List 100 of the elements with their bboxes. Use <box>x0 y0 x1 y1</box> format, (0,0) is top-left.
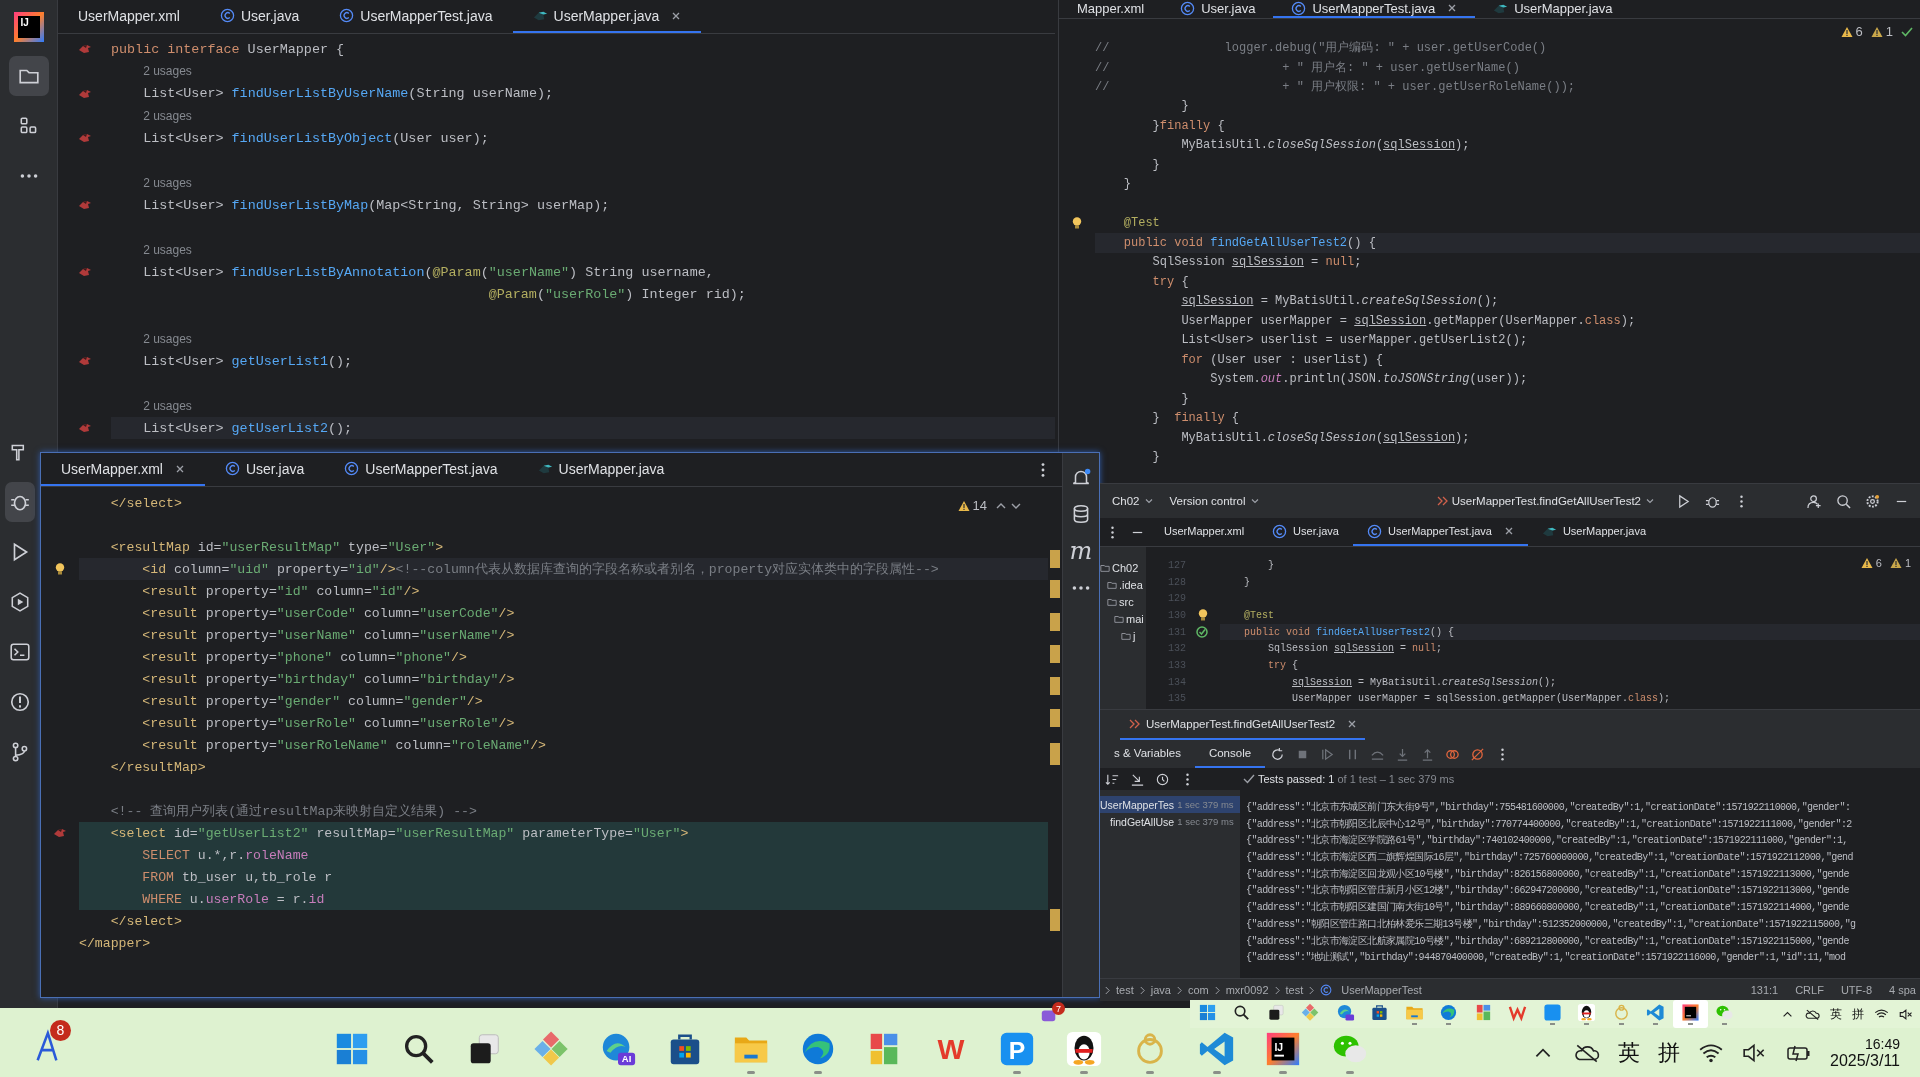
rerun-icon[interactable] <box>1270 746 1286 762</box>
services-icon[interactable] <box>9 591 31 613</box>
problems-icon[interactable] <box>9 691 31 713</box>
usage-hint[interactable]: 2 usages <box>143 332 192 346</box>
close-icon[interactable] <box>1347 719 1358 729</box>
check-icon[interactable] <box>1901 25 1913 38</box>
warning-icon[interactable] <box>1840 25 1853 38</box>
browser-icon[interactable] <box>1439 1003 1459 1022</box>
editor-tab[interactable]: UserMapper.xml <box>58 0 200 33</box>
editor-tab[interactable]: User.java <box>1258 518 1353 546</box>
breadcrumb[interactable]: com <box>1187 984 1209 996</box>
editor-tab[interactable]: User.java <box>199 0 320 33</box>
chevron-down-icon[interactable] <box>1249 496 1260 506</box>
editor-tab[interactable]: UserMapper.java <box>1475 0 1631 18</box>
warning-icon[interactable] <box>1860 557 1873 569</box>
status-item[interactable]: 4 spa <box>1889 984 1916 996</box>
lightbulb-icon[interactable] <box>1196 608 1210 623</box>
warning-icon[interactable] <box>1870 25 1883 38</box>
add-user-icon[interactable] <box>1807 493 1822 509</box>
warning-count[interactable]: 6 <box>1855 24 1863 39</box>
breadcrumb[interactable]: test <box>1116 984 1134 996</box>
warning-count[interactable]: 6 <box>1875 557 1882 569</box>
breadcrumb[interactable]: UserMapperTest <box>1341 984 1422 996</box>
usage-hint[interactable]: 2 usages <box>143 242 192 257</box>
search-icon[interactable] <box>1836 493 1851 509</box>
lightbulb-icon[interactable] <box>53 562 67 576</box>
app-icon[interactable] <box>1542 1003 1562 1022</box>
chevron-down-icon[interactable] <box>1645 496 1655 506</box>
maven-button[interactable]: m <box>1069 539 1093 563</box>
breadcrumb[interactable]: test <box>1285 984 1304 996</box>
editor-tab[interactable]: UserMapper.java <box>1527 518 1661 546</box>
status-item[interactable]: 131:1 <box>1750 984 1779 996</box>
usage-hint[interactable]: 2 usages <box>143 175 192 190</box>
close-icon[interactable] <box>1503 526 1514 536</box>
editor-tab[interactable]: UserMapper.java <box>517 453 685 486</box>
run-config-selector[interactable]: UserMapperTest.findGetAllUserTest2 <box>1451 495 1641 507</box>
status-item[interactable]: UTF-8 <box>1840 984 1873 996</box>
breadcrumb[interactable]: mxr0092 <box>1225 984 1269 996</box>
browser-icon[interactable] <box>1335 1003 1355 1022</box>
app-icon[interactable] <box>1301 1003 1321 1022</box>
code-editor-icon[interactable] <box>1646 1003 1666 1022</box>
warning-count[interactable]: 14 <box>972 498 987 513</box>
breadcrumb[interactable]: java <box>1150 984 1171 996</box>
warning-count[interactable]: 1 <box>1904 557 1911 569</box>
speaker-muted-icon[interactable] <box>1899 1007 1914 1021</box>
panel-tab[interactable]: s & Variables <box>1100 740 1195 768</box>
tree-item[interactable]: Ch02 <box>1112 561 1139 574</box>
close-icon[interactable] <box>671 10 682 21</box>
lightbulb-icon[interactable] <box>1070 216 1084 231</box>
start-icon[interactable] <box>1197 1003 1217 1022</box>
editor-tab[interactable]: Mapper.xml <box>1059 0 1163 18</box>
test-item[interactable]: UserMapperTes 1 sec 379 ms <box>1100 796 1240 813</box>
tree-item[interactable]: mai <box>1126 612 1144 625</box>
mute-breakpoints-icon[interactable] <box>1470 746 1486 762</box>
editor-tab[interactable]: User.java <box>1162 0 1274 18</box>
input-mode[interactable]: 拼 <box>1658 1037 1680 1068</box>
chevron-down-icon[interactable] <box>1143 496 1154 506</box>
penguin-icon[interactable] <box>1064 1029 1103 1068</box>
app-icon[interactable]: W <box>931 1029 970 1068</box>
search-icon[interactable] <box>1232 1003 1252 1022</box>
close-icon[interactable] <box>174 463 185 474</box>
run-icon[interactable] <box>1676 493 1691 509</box>
usage-hint[interactable]: 2 usages <box>143 64 192 79</box>
cloud-off-icon[interactable] <box>1805 1007 1820 1021</box>
input-language[interactable]: 英 <box>1830 1005 1842 1023</box>
editor-tab[interactable]: User.java <box>204 453 325 486</box>
editor-tab[interactable]: UserMapper.java <box>512 0 702 33</box>
check-icon[interactable] <box>1196 625 1210 640</box>
app-logo[interactable]: IJ <box>13 12 44 42</box>
tree-item[interactable]: .idea <box>1119 578 1143 591</box>
ide-icon[interactable] <box>1680 1003 1700 1022</box>
penguin-icon[interactable] <box>1577 1003 1597 1022</box>
editor-tab[interactable]: UserMapperTest.java <box>324 453 518 486</box>
resume-icon[interactable] <box>1320 746 1336 762</box>
editor-tab[interactable]: UserMapperTest.java <box>319 0 513 33</box>
editor-tab[interactable]: UserMapper.xml <box>41 453 205 486</box>
usage-hint[interactable]: 2 usages <box>143 398 192 413</box>
task-view-icon[interactable] <box>1266 1003 1286 1022</box>
history-icon[interactable] <box>1155 771 1170 787</box>
test-item[interactable]: findGetAllUse 1 sec 379 ms <box>1100 813 1240 830</box>
store-icon[interactable] <box>1370 1003 1390 1022</box>
project-selector[interactable]: Ch02 <box>1112 495 1140 507</box>
input-language[interactable]: 英 <box>1618 1037 1640 1068</box>
editor-tab[interactable]: UserMapperTest.java <box>1273 0 1476 18</box>
tree-item[interactable]: src <box>1119 595 1134 608</box>
tree-item[interactable]: j <box>1133 629 1136 642</box>
close-icon[interactable] <box>1447 3 1458 13</box>
clock-date[interactable]: 2025/3/11 <box>1830 1051 1900 1070</box>
vcs-selector[interactable]: Version control <box>1169 495 1246 507</box>
input-mode[interactable]: 拼 <box>1852 1005 1864 1023</box>
settings-icon[interactable] <box>1865 493 1880 509</box>
status-item[interactable]: CRLF <box>1795 984 1824 996</box>
terminal-icon[interactable] <box>9 641 31 663</box>
warning-count[interactable]: 1 <box>1885 24 1893 39</box>
usage-hint[interactable]: 2 usages <box>143 109 192 124</box>
editor-tab[interactable]: UserMapper.xml <box>1150 518 1259 546</box>
warning-icon[interactable] <box>957 499 970 512</box>
editor-tab[interactable]: UserMapperTest.java <box>1352 518 1528 546</box>
clock-time[interactable]: 16:49 <box>1864 1035 1900 1052</box>
warning-icon[interactable] <box>1889 557 1902 569</box>
